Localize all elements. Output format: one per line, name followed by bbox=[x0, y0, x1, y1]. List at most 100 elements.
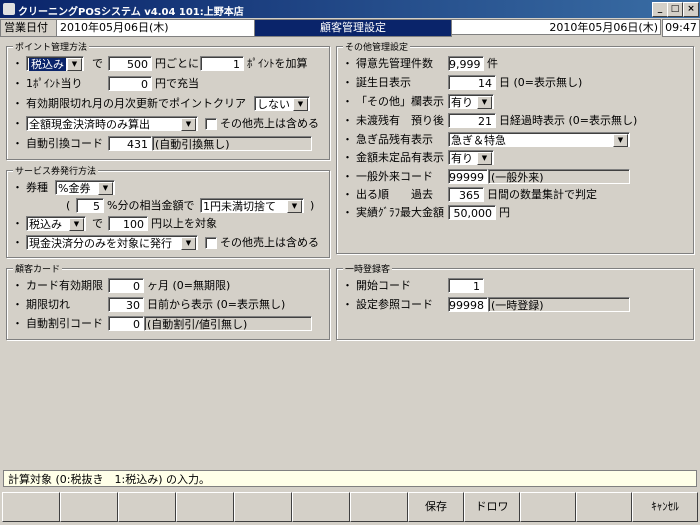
auto-code-input[interactable]: 431 bbox=[108, 136, 152, 151]
bullet: ・ bbox=[12, 97, 23, 110]
points-other-sales-checkbox[interactable] bbox=[205, 118, 217, 130]
other-col-label: 「その他」欄表示 bbox=[356, 95, 444, 108]
card-expired-input[interactable]: 30 bbox=[108, 297, 144, 312]
maximize-button[interactable]: □ bbox=[667, 2, 683, 17]
coupon-other-sales-checkbox[interactable] bbox=[205, 237, 217, 249]
bullet: ・ bbox=[12, 77, 23, 90]
open-paren: ( bbox=[66, 199, 71, 212]
points-other-sales-label: その他売上は含める bbox=[220, 117, 319, 130]
rounding-select[interactable]: 1円未満切捨て ▼ bbox=[200, 198, 304, 213]
drawer-button[interactable]: ドロワ bbox=[464, 492, 520, 522]
bullet: ・ bbox=[12, 279, 23, 292]
coupon-tax-select[interactable]: 税込み ▼ bbox=[26, 216, 86, 231]
bullet: ・ bbox=[12, 217, 23, 230]
coupon-percent-input[interactable]: 5 bbox=[76, 198, 104, 213]
chevron-down-icon[interactable]: ▼ bbox=[613, 134, 628, 147]
bullet: ・ bbox=[12, 236, 23, 249]
coupon-type-value: %金券 bbox=[58, 182, 91, 195]
graph-max-input[interactable]: 50,000 bbox=[448, 205, 496, 220]
card-discount-desc: (自動割引/値引無し) bbox=[144, 316, 312, 331]
f10-button[interactable] bbox=[520, 492, 576, 522]
birthday-input[interactable]: 14 bbox=[448, 75, 496, 90]
chevron-down-icon[interactable]: ▼ bbox=[293, 98, 308, 111]
bullet: ・ bbox=[342, 170, 353, 183]
auto-code-label: 自動引換コード bbox=[26, 137, 103, 150]
save-button[interactable]: 保存 bbox=[408, 492, 464, 522]
coupon-min-input[interactable]: 100 bbox=[108, 216, 148, 231]
chevron-down-icon[interactable]: ▼ bbox=[181, 237, 196, 250]
order-unit: 日間の数量集計で判定 bbox=[487, 188, 597, 201]
general-code-label: 一般外来コード bbox=[356, 170, 433, 183]
general-code-desc: (一般外来) bbox=[488, 169, 630, 184]
card-expired-unit: 日前から表示 (0=表示無し) bbox=[147, 298, 286, 311]
general-code-input[interactable]: 99999 bbox=[448, 169, 488, 184]
coupon-target-value: 現金決済分のみを対象に発行 bbox=[29, 237, 172, 250]
f5-button[interactable] bbox=[234, 492, 292, 522]
customer-count-input[interactable]: 9,999 bbox=[448, 56, 484, 71]
points-amount-input[interactable]: 500 bbox=[108, 56, 152, 71]
birthday-unit: 日 (0=表示無し) bbox=[499, 76, 583, 89]
point-clear-select[interactable]: しない ▼ bbox=[254, 96, 310, 111]
f4-button[interactable] bbox=[176, 492, 234, 522]
chevron-down-icon[interactable]: ▼ bbox=[69, 218, 84, 231]
points-count-input[interactable]: 1 bbox=[200, 56, 244, 71]
coupon-type-select[interactable]: %金券 ▼ bbox=[55, 180, 115, 195]
coupon-de-label: で bbox=[92, 217, 103, 230]
temp-start-input[interactable]: 1 bbox=[448, 278, 484, 293]
point-value-input[interactable]: 0 bbox=[108, 76, 152, 91]
f2-button[interactable] bbox=[60, 492, 118, 522]
points-per-label: 円ごとに bbox=[155, 57, 199, 70]
chevron-down-icon[interactable]: ▼ bbox=[67, 58, 82, 71]
temp-ref-label: 設定参照コード bbox=[356, 298, 433, 311]
other-col-select[interactable]: 有り ▼ bbox=[448, 94, 494, 109]
unfixed-label: 金額未定品有表示 bbox=[356, 151, 444, 164]
coupon-other-sales-label: その他売上は含める bbox=[220, 236, 319, 249]
card-expired-label: 期限切れ bbox=[26, 298, 70, 311]
f1-button[interactable] bbox=[2, 492, 60, 522]
business-date-value: 2010年05月06日(木) bbox=[56, 19, 257, 37]
f11-button[interactable] bbox=[576, 492, 632, 522]
order-input[interactable]: 365 bbox=[448, 187, 484, 202]
point-clear-value: しない bbox=[257, 98, 290, 111]
chevron-down-icon[interactable]: ▼ bbox=[477, 96, 492, 109]
bullet: ・ bbox=[12, 57, 23, 70]
minimize-button[interactable]: _ bbox=[652, 2, 668, 17]
other-settings-group-title: その他管理設定 bbox=[343, 40, 411, 53]
urgent-select[interactable]: 急ぎ＆特急 ▼ bbox=[448, 132, 630, 147]
calc-method-select[interactable]: 全額現金決済時のみ算出 ▼ bbox=[26, 116, 198, 131]
unfixed-select[interactable]: 有り ▼ bbox=[448, 150, 494, 165]
chevron-down-icon[interactable]: ▼ bbox=[98, 182, 113, 195]
cancel-button[interactable]: ｷｬﾝｾﾙ bbox=[632, 492, 698, 522]
chevron-down-icon[interactable]: ▼ bbox=[181, 118, 196, 131]
bullet: ・ bbox=[342, 279, 353, 292]
bullet: ・ bbox=[342, 76, 353, 89]
unfixed-value: 有り bbox=[451, 152, 473, 165]
temp-ref-input[interactable]: 99998 bbox=[448, 297, 488, 312]
points-tax-value: 税込み bbox=[29, 58, 66, 71]
card-discount-input[interactable]: 0 bbox=[108, 316, 144, 331]
card-expiry-unit: ヶ月 (0=無期限) bbox=[147, 279, 231, 292]
coupon-percent-label: %分の相当金額で bbox=[107, 199, 195, 212]
f7-button[interactable] bbox=[350, 492, 408, 522]
bullet: ・ bbox=[342, 298, 353, 311]
f6-button[interactable] bbox=[292, 492, 350, 522]
chevron-down-icon[interactable]: ▼ bbox=[287, 200, 302, 213]
points-tax-select[interactable]: 税込み ▼ bbox=[26, 56, 84, 71]
unpaid-input[interactable]: 21 bbox=[448, 113, 496, 128]
coupon-target-select[interactable]: 現金決済分のみを対象に発行 ▼ bbox=[26, 235, 198, 250]
close-button[interactable]: × bbox=[683, 2, 699, 17]
card-expiry-input[interactable]: 0 bbox=[108, 278, 144, 293]
card-group-title: 顧客カード bbox=[13, 262, 63, 275]
bullet: ・ bbox=[342, 206, 353, 219]
business-date-label: 営業日付 bbox=[0, 19, 58, 37]
window-title: クリーニングPOSシステム v4.04 101:上野本店 bbox=[18, 7, 244, 18]
chevron-down-icon[interactable]: ▼ bbox=[477, 152, 492, 165]
calc-method-value: 全額現金決済時のみ算出 bbox=[29, 118, 150, 131]
bullet: ・ bbox=[12, 298, 23, 311]
bullet: ・ bbox=[342, 114, 353, 127]
bullet: ・ bbox=[12, 181, 23, 194]
f3-button[interactable] bbox=[118, 492, 176, 522]
bullet: ・ bbox=[12, 117, 23, 130]
unpaid-unit: 日経過時表示 (0=表示無し) bbox=[499, 114, 638, 127]
urgent-value: 急ぎ＆特急 bbox=[451, 134, 506, 147]
